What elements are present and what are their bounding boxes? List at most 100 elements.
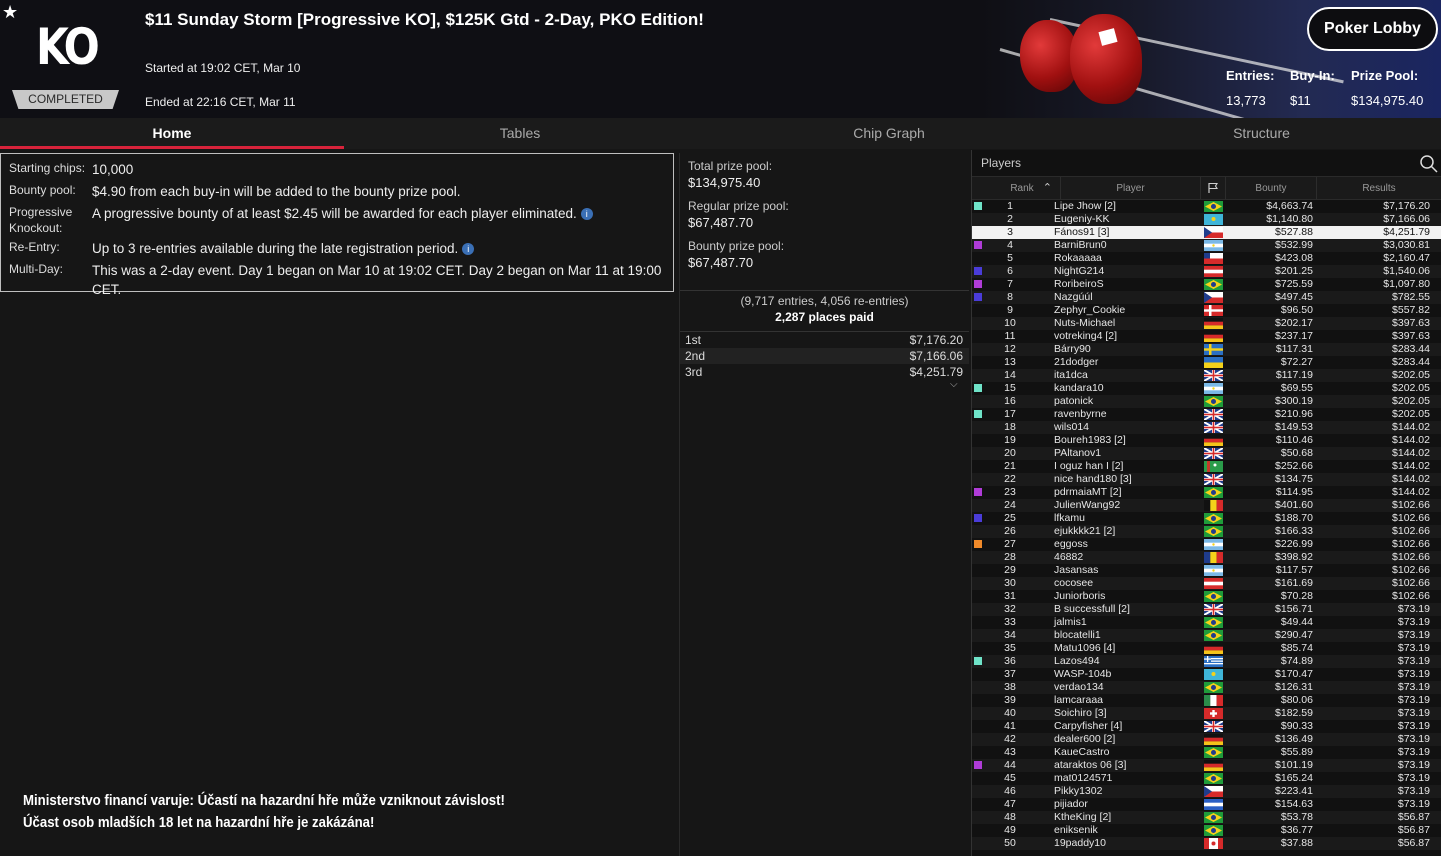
player-row[interactable]: 49 eniksenik $36.77 $56.87 [972, 824, 1441, 837]
player-rank: 46 [1004, 785, 1016, 797]
column-results[interactable]: Results [1317, 177, 1441, 199]
search-icon[interactable] [1419, 154, 1439, 174]
player-row[interactable]: 33 jalmis1 $49.44 $73.19 [972, 616, 1441, 629]
player-row[interactable]: 45 mat0124571 $165.24 $73.19 [972, 772, 1441, 785]
country-flag-icon [1204, 435, 1223, 446]
poker-lobby-button[interactable]: Poker Lobby [1307, 7, 1438, 51]
player-row[interactable]: 20 PAltanov1 $50.68 $144.02 [972, 447, 1441, 460]
player-row[interactable]: 32 B successfull [2] $156.71 $73.19 [972, 603, 1441, 616]
player-bounty: $166.33 [1275, 525, 1313, 537]
info-icon[interactable]: i [580, 208, 593, 221]
player-row[interactable]: 34 blocatelli1 $290.47 $73.19 [972, 629, 1441, 642]
player-name: WASP-104b [1054, 668, 1112, 680]
player-name: jalmis1 [1054, 616, 1087, 628]
player-row[interactable]: 10 Nuts-Michael $202.17 $397.63 [972, 317, 1441, 330]
player-row[interactable]: 28 46882 $398.92 $102.66 [972, 551, 1441, 564]
player-country [1201, 837, 1226, 850]
player-mark [972, 369, 984, 382]
column-bounty[interactable]: Bounty [1226, 177, 1317, 199]
player-row[interactable]: 1 Lipe Jhow [2] $4,663.74 $7,176.20 [972, 200, 1441, 213]
player-row[interactable]: 8 Nazgúúl $497.45 $782.55 [972, 291, 1441, 304]
player-row[interactable]: 18 wils014 $149.53 $144.02 [972, 421, 1441, 434]
tab-chip-graph[interactable]: Chip Graph [696, 118, 1082, 149]
player-mark [972, 278, 984, 291]
status-marker-icon [974, 761, 982, 769]
player-row[interactable]: 7 RoribeiroS $725.59 $1,097.80 [972, 278, 1441, 291]
tab-tables[interactable]: Tables [344, 118, 696, 149]
player-bounty: $96.50 [1280, 304, 1313, 316]
player-row[interactable]: 5 Rokaaaaa $423.08 $2,160.47 [972, 252, 1441, 265]
player-name: blocatelli1 [1054, 629, 1101, 641]
player-row[interactable]: 36 Lazos494 $74.89 $73.19 [972, 655, 1441, 668]
player-row[interactable]: 9 Zephyr_Cookie $96.50 $557.82 [972, 304, 1441, 317]
player-row[interactable]: 23 pdrmaiaMT [2] $114.95 $144.02 [972, 486, 1441, 499]
player-row[interactable]: 30 cocosee $161.69 $102.66 [972, 577, 1441, 590]
player-row[interactable]: 35 Matu1096 [4] $85.74 $73.19 [972, 642, 1441, 655]
player-row[interactable]: 26 ejukkkk21 [2] $166.33 $102.66 [972, 525, 1441, 538]
status-marker-icon [974, 514, 982, 522]
player-row[interactable]: 39 lamcaraaa $80.06 $73.19 [972, 694, 1441, 707]
player-row[interactable]: 40 Soichiro [3] $182.59 $73.19 [972, 707, 1441, 720]
player-row[interactable]: 12 Bárry90 $117.31 $283.44 [972, 343, 1441, 356]
info-icon[interactable]: i [462, 243, 475, 256]
player-row[interactable]: 29 Jasansas $117.57 $102.66 [972, 564, 1441, 577]
player-row[interactable]: 46 Pikky1302 $223.41 $73.19 [972, 785, 1441, 798]
player-country [1201, 317, 1226, 330]
player-mark [972, 382, 984, 395]
player-result: $1,097.80 [1383, 278, 1430, 290]
player-mark [972, 239, 984, 252]
player-row[interactable]: 2 Eugeniy-KK $1,140.80 $7,166.06 [972, 213, 1441, 226]
player-country [1201, 486, 1226, 499]
player-row[interactable]: 50 19paddy10 $37.88 $56.87 [972, 837, 1441, 850]
player-rank: 36 [1004, 655, 1016, 667]
player-row[interactable]: 21 I oguz han I [2] $252.66 $144.02 [972, 460, 1441, 473]
player-mark [972, 213, 984, 226]
player-row[interactable]: 16 patonick $300.19 $202.05 [972, 395, 1441, 408]
column-player[interactable]: Player [1061, 177, 1201, 199]
player-row[interactable]: 42 dealer600 [2] $136.49 $73.19 [972, 733, 1441, 746]
player-row[interactable]: 13 21dodger $72.27 $283.44 [972, 356, 1441, 369]
country-flag-icon [1204, 526, 1223, 537]
player-row[interactable]: 6 NightG214 $201.25 $1,540.06 [972, 265, 1441, 278]
player-bounty: $55.89 [1280, 746, 1313, 758]
player-row[interactable]: 24 JulienWang92 $401.60 $102.66 [972, 499, 1441, 512]
disclaimer-line: Ministerstvo financí varuje: Účastí na h… [23, 792, 505, 809]
player-row[interactable]: 14 ita1dca $117.19 $202.05 [972, 369, 1441, 382]
player-row[interactable]: 38 verdao134 $126.31 $73.19 [972, 681, 1441, 694]
column-rank[interactable]: Rank ⌃ [984, 177, 1061, 199]
player-result: $144.02 [1392, 447, 1430, 459]
player-name: patonick [1054, 395, 1094, 407]
country-flag-icon [1204, 370, 1223, 381]
player-row[interactable]: 37 WASP-104b $170.47 $73.19 [972, 668, 1441, 681]
player-row[interactable]: 25 lfkamu $188.70 $102.66 [972, 512, 1441, 525]
player-row[interactable]: 19 Boureh1983 [2] $110.46 $144.02 [972, 434, 1441, 447]
player-row[interactable]: 11 votreking4 [2] $237.17 $397.63 [972, 330, 1441, 343]
country-flag-icon [1204, 604, 1223, 615]
player-row[interactable]: 22 nice hand180 [3] $134.75 $144.02 [972, 473, 1441, 486]
player-row[interactable]: 48 KtheKing [2] $53.78 $56.87 [972, 811, 1441, 824]
player-result: $102.66 [1392, 551, 1430, 563]
chevron-down-icon[interactable]: ⌵ [950, 379, 958, 390]
column-country[interactable] [1201, 177, 1226, 199]
player-row[interactable]: 17 ravenbyrne $210.96 $202.05 [972, 408, 1441, 421]
player-row[interactable]: 43 KaueCastro $55.89 $73.19 [972, 746, 1441, 759]
player-rank: 5 [1007, 252, 1013, 264]
tab-home[interactable]: Home [0, 118, 344, 149]
payout-list[interactable]: 1st $7,176.20 2nd $7,166.06 3rd $4,251.7… [680, 331, 969, 380]
player-country [1201, 824, 1226, 837]
player-row[interactable]: 4 BarniBrun0 $532.99 $3,030.81 [972, 239, 1441, 252]
player-row[interactable]: 15 kandara10 $69.55 $202.05 [972, 382, 1441, 395]
favorite-star-icon[interactable]: ★ [2, 2, 18, 23]
player-rank: 23 [1004, 486, 1016, 498]
player-row[interactable]: 41 Carpyfisher [4] $90.33 $73.19 [972, 720, 1441, 733]
player-row[interactable]: 47 pijiador $154.63 $73.19 [972, 798, 1441, 811]
player-row[interactable]: 31 Juniorboris $70.28 $102.66 [972, 590, 1441, 603]
player-bounty: $188.70 [1275, 512, 1313, 524]
tab-structure[interactable]: Structure [1082, 118, 1441, 149]
player-row[interactable]: 27 eggoss $226.99 $102.66 [972, 538, 1441, 551]
player-rank: 21 [1004, 460, 1016, 472]
status-marker-icon [974, 384, 982, 392]
player-rank: 16 [1004, 395, 1016, 407]
player-row[interactable]: 3 Fános91 [3] $527.88 $4,251.79 [972, 226, 1441, 239]
player-row[interactable]: 44 ataraktos 06 [3] $101.19 $73.19 [972, 759, 1441, 772]
